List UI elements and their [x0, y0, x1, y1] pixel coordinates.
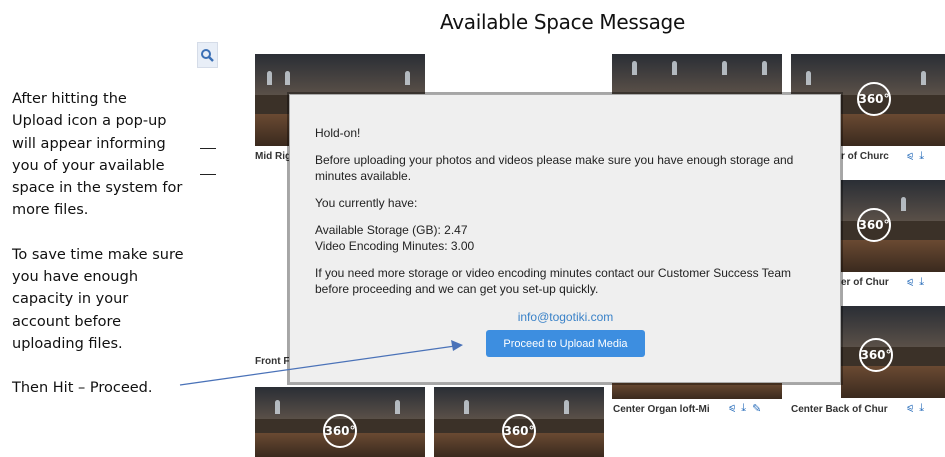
- annotation-arrow: [179, 340, 463, 386]
